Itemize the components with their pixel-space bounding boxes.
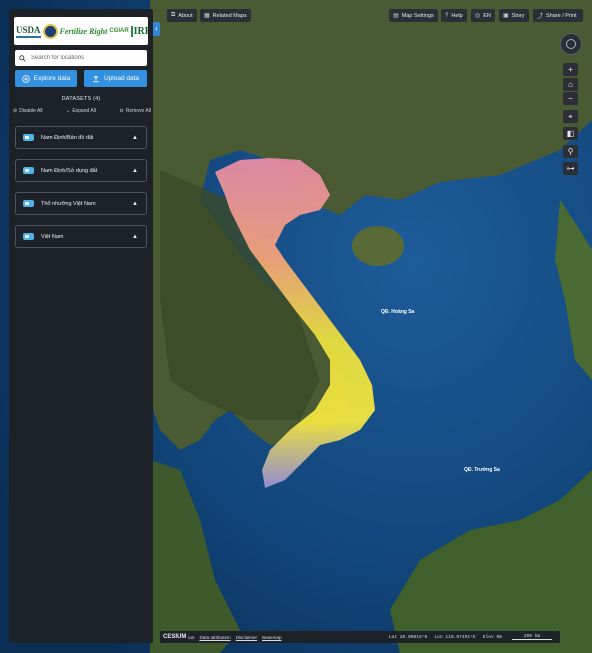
related-maps-label: Related Maps	[212, 12, 247, 19]
longitude: Lon 110.07491°E	[434, 634, 476, 640]
dataset-toggle[interactable]	[23, 233, 34, 240]
disable-all-button[interactable]: ⊘ Disable All	[13, 108, 43, 114]
data-attribution-link[interactable]: Data attribution	[199, 635, 230, 640]
cgiar-logo: CGIAR	[109, 28, 129, 34]
latitude: Lat 20.00815°N	[388, 634, 428, 640]
expand-icon: ⌄	[66, 108, 71, 114]
language-button[interactable]: ◎ EN	[471, 9, 495, 22]
about-button[interactable]: ⧉ About	[167, 9, 197, 22]
map-settings-label: Map Settings	[401, 12, 434, 19]
usda-logo: USDA	[16, 24, 41, 38]
partner-logos: USDA Fertilize Right CGIAR IRRI	[14, 17, 148, 45]
hainan-island	[352, 226, 404, 266]
map-settings-button[interactable]: ▤ Map Settings	[389, 9, 438, 22]
dataset-actions: ⊘ Disable All ⌄ Expand All ⊖ Remove All	[13, 108, 151, 114]
dataset-label: Nam Định/Bản đồ đất	[41, 134, 94, 141]
vr-icon: ⊶	[566, 164, 575, 173]
globe-icon: ◎	[475, 13, 481, 19]
explore-data-button[interactable]: Explore data	[15, 70, 77, 87]
compass-icon[interactable]	[560, 33, 582, 55]
chevron-up-icon[interactable]: ▲	[132, 201, 138, 207]
coordinates-readout: Lat 20.00815°N Lon 110.07491°E Elev 0m	[389, 635, 502, 640]
help-icon: ?	[445, 12, 449, 19]
dataset-toggle[interactable]	[23, 200, 34, 207]
about-label: About	[178, 12, 193, 19]
home-view-button[interactable]: ⌂	[563, 78, 578, 91]
share-print-button[interactable]: ⤴ Share / Print	[533, 9, 583, 22]
chevron-up-icon[interactable]: ▲	[132, 168, 138, 174]
explore-data-label: Explore data	[33, 75, 71, 82]
vr-button[interactable]: ⊶	[563, 162, 578, 175]
upload-icon	[93, 75, 99, 82]
dataset-label: Thổ nhưỡng Việt Nam	[41, 200, 96, 207]
grid-icon: ▦	[204, 13, 210, 19]
search-input[interactable]	[29, 54, 143, 62]
share-icon: ⤴	[537, 14, 544, 20]
ruler-icon: ⚲	[567, 147, 574, 156]
expand-all-label: Expand All	[72, 108, 96, 114]
split-icon: ◧	[566, 129, 575, 138]
location-search[interactable]	[15, 50, 147, 66]
dataset-label: Nam Định/Sử dụng đất	[41, 167, 98, 174]
elevation: Elev 0m	[482, 634, 502, 640]
workbench-panel: USDA Fertilize Right CGIAR IRRI Explore …	[9, 9, 153, 643]
upload-data-label: Upload data	[103, 75, 140, 82]
dataset-label: Việt Nam	[41, 233, 64, 240]
plus-icon: +	[568, 65, 573, 74]
seal-logo	[42, 23, 58, 39]
dataset-toggle[interactable]	[23, 167, 34, 174]
collapse-panel-button[interactable]: ‹	[153, 22, 160, 36]
paracel-label: QĐ. Hoàng Sa	[381, 309, 415, 315]
related-maps-button[interactable]: ▦ Related Maps	[200, 9, 251, 22]
measure-button[interactable]: ⚲	[563, 145, 578, 158]
dataset-item[interactable]: Việt Nam ▲	[15, 225, 147, 248]
dataset-item[interactable]: Nam Định/Bản đồ đất ▲	[15, 126, 147, 149]
external-link-icon: ⧉	[171, 12, 176, 18]
disclaimer-link[interactable]: Disclaimer	[236, 635, 257, 640]
story-icon: ▣	[503, 13, 509, 19]
datasets-heading: DATASETS (4)	[61, 96, 101, 102]
dataset-toggle[interactable]	[23, 134, 34, 141]
zoom-in-button[interactable]: +	[563, 63, 578, 76]
dataset-item[interactable]: Nam Định/Sử dụng đất ▲	[15, 159, 147, 182]
help-button[interactable]: ? Help	[441, 9, 467, 22]
eye-off-icon: ⊘	[13, 108, 18, 114]
spratly-label: QĐ. Trường Sa	[464, 467, 500, 473]
expand-all-button[interactable]: ⌄ Expand All	[66, 108, 96, 114]
home-icon: ⌂	[568, 80, 573, 89]
fertilize-right-logo: Fertilize Right	[59, 26, 108, 36]
remove-icon: ⊖	[119, 108, 124, 114]
zoom-out-button[interactable]: −	[563, 92, 578, 105]
minus-icon: −	[568, 94, 573, 103]
cesium-logo: CESIUM	[163, 634, 187, 640]
chevron-up-icon[interactable]: ▲	[132, 135, 138, 141]
irri-logo: IRRI	[130, 25, 148, 37]
scale-bar: 200 km	[512, 634, 552, 640]
status-bar: CESIUM ion Data attribution Disclaimer B…	[160, 631, 560, 643]
share-label: Share / Print	[546, 12, 577, 19]
language-label: EN	[483, 12, 491, 19]
remove-all-label: Remove All	[125, 108, 151, 114]
upload-data-button[interactable]: Upload data	[84, 70, 147, 87]
basemap-link[interactable]: Basemap	[262, 635, 281, 640]
search-icon	[15, 54, 29, 62]
split-view-button[interactable]: ◧	[563, 127, 578, 140]
disable-all-label: Disable All	[19, 108, 43, 114]
map-icon: ▤	[393, 13, 399, 19]
help-label: Help	[451, 12, 463, 19]
chevron-up-icon[interactable]: ▲	[132, 234, 138, 240]
ion-label: ion	[188, 634, 195, 640]
dataset-item[interactable]: Thổ nhưỡng Việt Nam ▲	[15, 192, 147, 215]
crosshair-icon: ⌖	[568, 112, 573, 121]
story-label: Story	[511, 12, 525, 19]
story-button[interactable]: ▣ Story	[499, 9, 529, 22]
plus-circle-icon	[21, 74, 30, 83]
remove-all-button[interactable]: ⊖ Remove All	[120, 108, 152, 114]
locate-button[interactable]: ⌖	[563, 110, 578, 123]
